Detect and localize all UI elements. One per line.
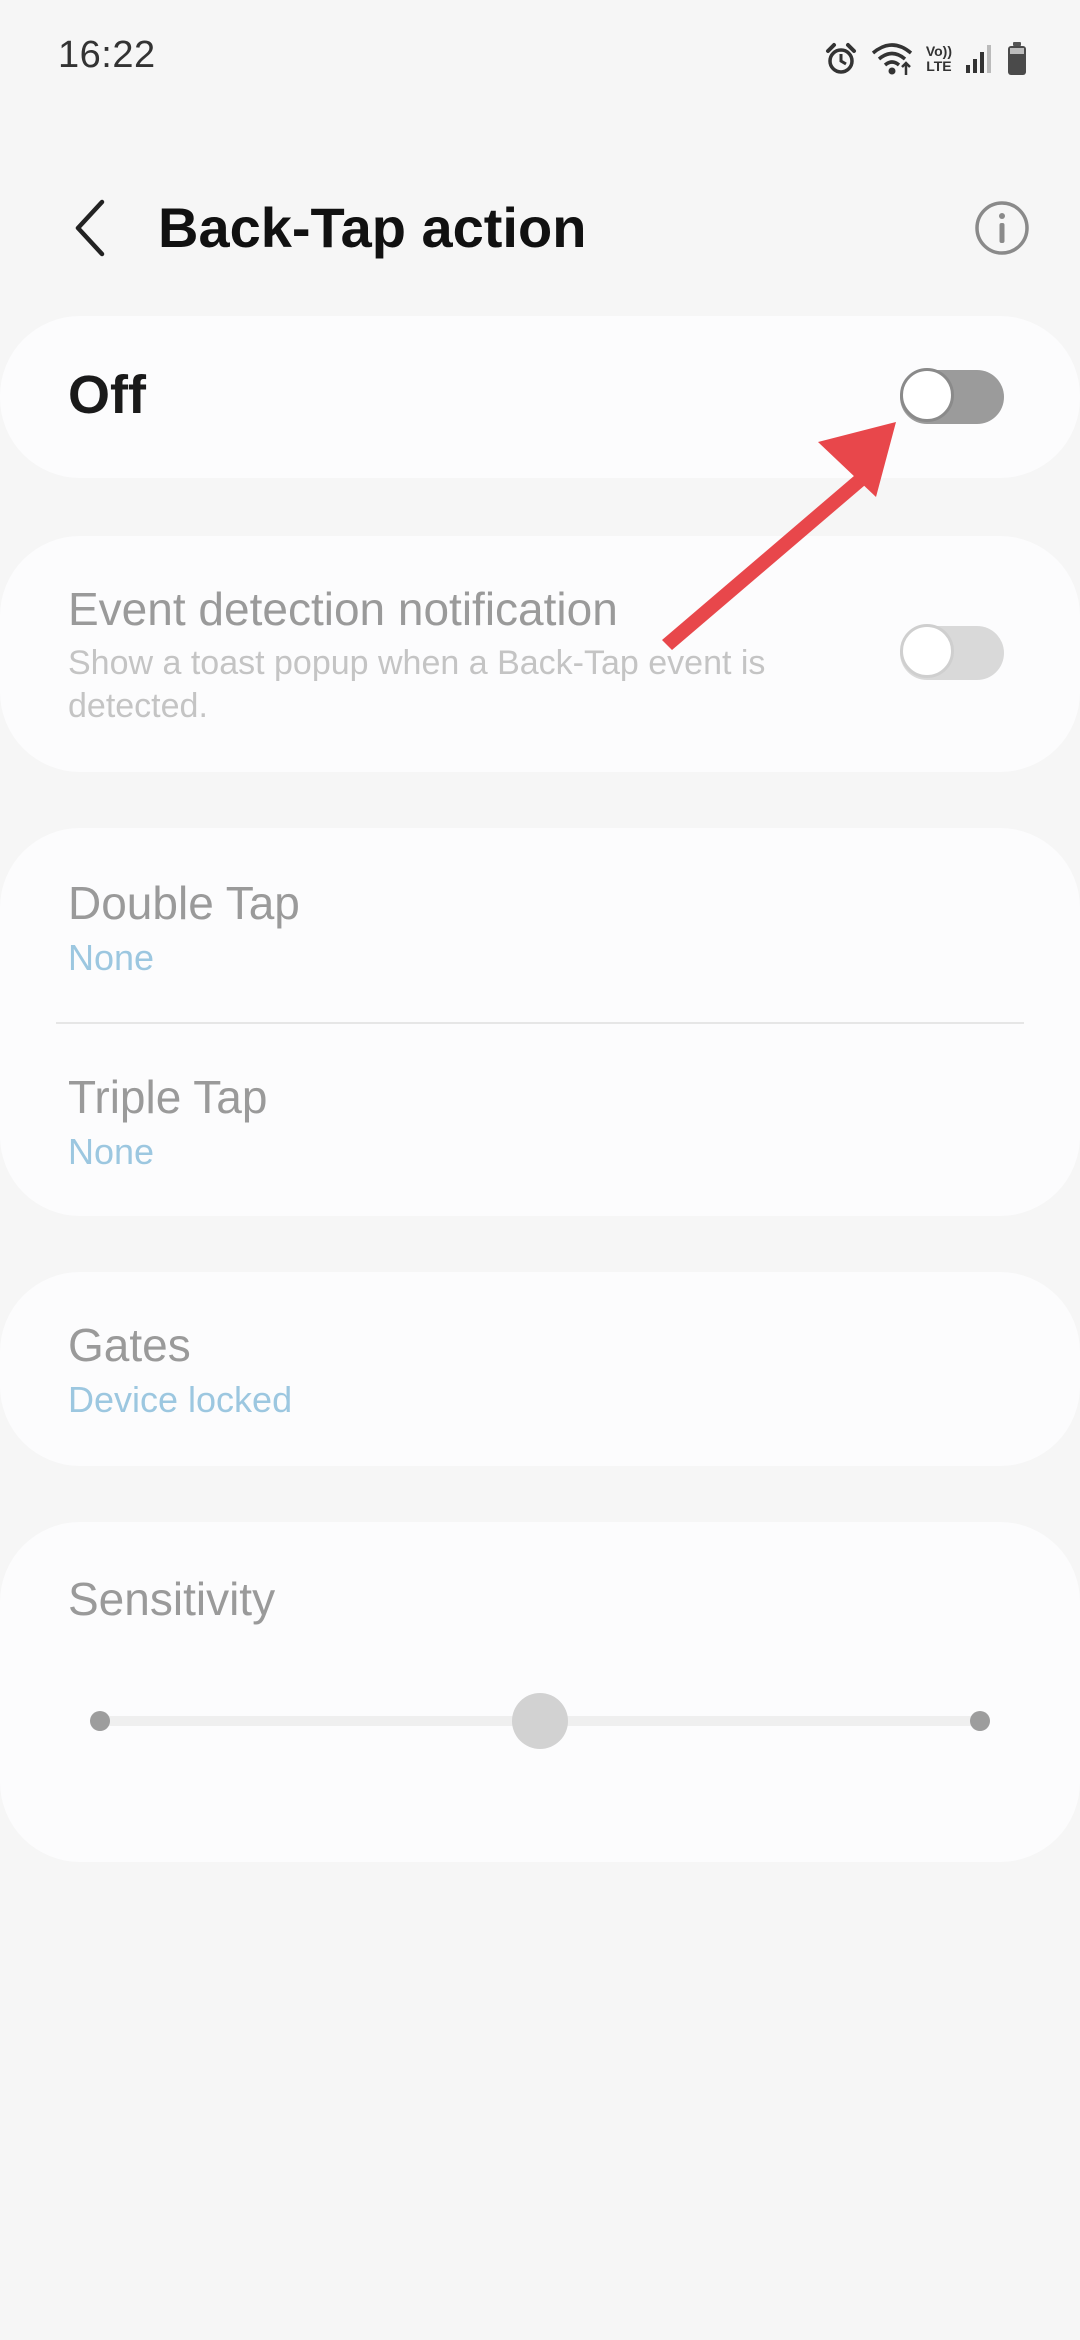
event-notification-toggle[interactable] [900,624,1004,680]
back-button[interactable] [50,190,130,270]
double-tap-value: None [68,937,155,978]
sensitivity-slider[interactable] [90,1693,990,1749]
double-tap-title[interactable]: Double Tap [68,876,300,930]
master-switch-label: Off [68,365,146,425]
signal-icon [964,43,994,75]
toggle-knob [900,624,954,678]
status-icons: Vo)) LTE [824,38,1028,80]
battery-icon [1006,41,1028,77]
info-button[interactable] [964,192,1040,268]
toggle-knob [900,368,954,422]
alarm-icon [824,42,858,76]
master-switch-toggle[interactable] [900,368,1004,424]
gates-title: Gates [68,1319,191,1371]
app-bar: Back-Tap action [0,180,1080,280]
status-time: 16:22 [58,34,156,76]
gates-value: Device locked [68,1379,293,1420]
master-switch-card[interactable]: Off [0,316,1080,478]
triple-tap-title[interactable]: Triple Tap [68,1070,267,1124]
event-notification-title: Event detection notification [68,583,618,635]
info-icon [973,199,1031,262]
divider [56,1022,1024,1024]
triple-tap-value: None [68,1131,155,1172]
event-notification-description: Show a toast popup when a Back-Tap event… [68,644,766,725]
status-bar: 16:22 Vo)) LTE [0,0,1080,120]
volte-icon: Vo)) LTE [925,43,952,74]
page-title: Back-Tap action [158,196,587,259]
slider-thumb[interactable] [512,1693,568,1749]
slider-min-dot [90,1711,110,1731]
chevron-left-icon [70,198,110,263]
sensitivity-title: Sensitivity [68,1573,276,1625]
taps-card: Double Tap None Triple Tap None [0,828,1080,1216]
gates-card[interactable]: Gates Device locked [0,1272,1080,1466]
slider-max-dot [970,1711,990,1731]
sensitivity-card: Sensitivity [0,1522,1080,1862]
wifi-icon [870,41,914,77]
